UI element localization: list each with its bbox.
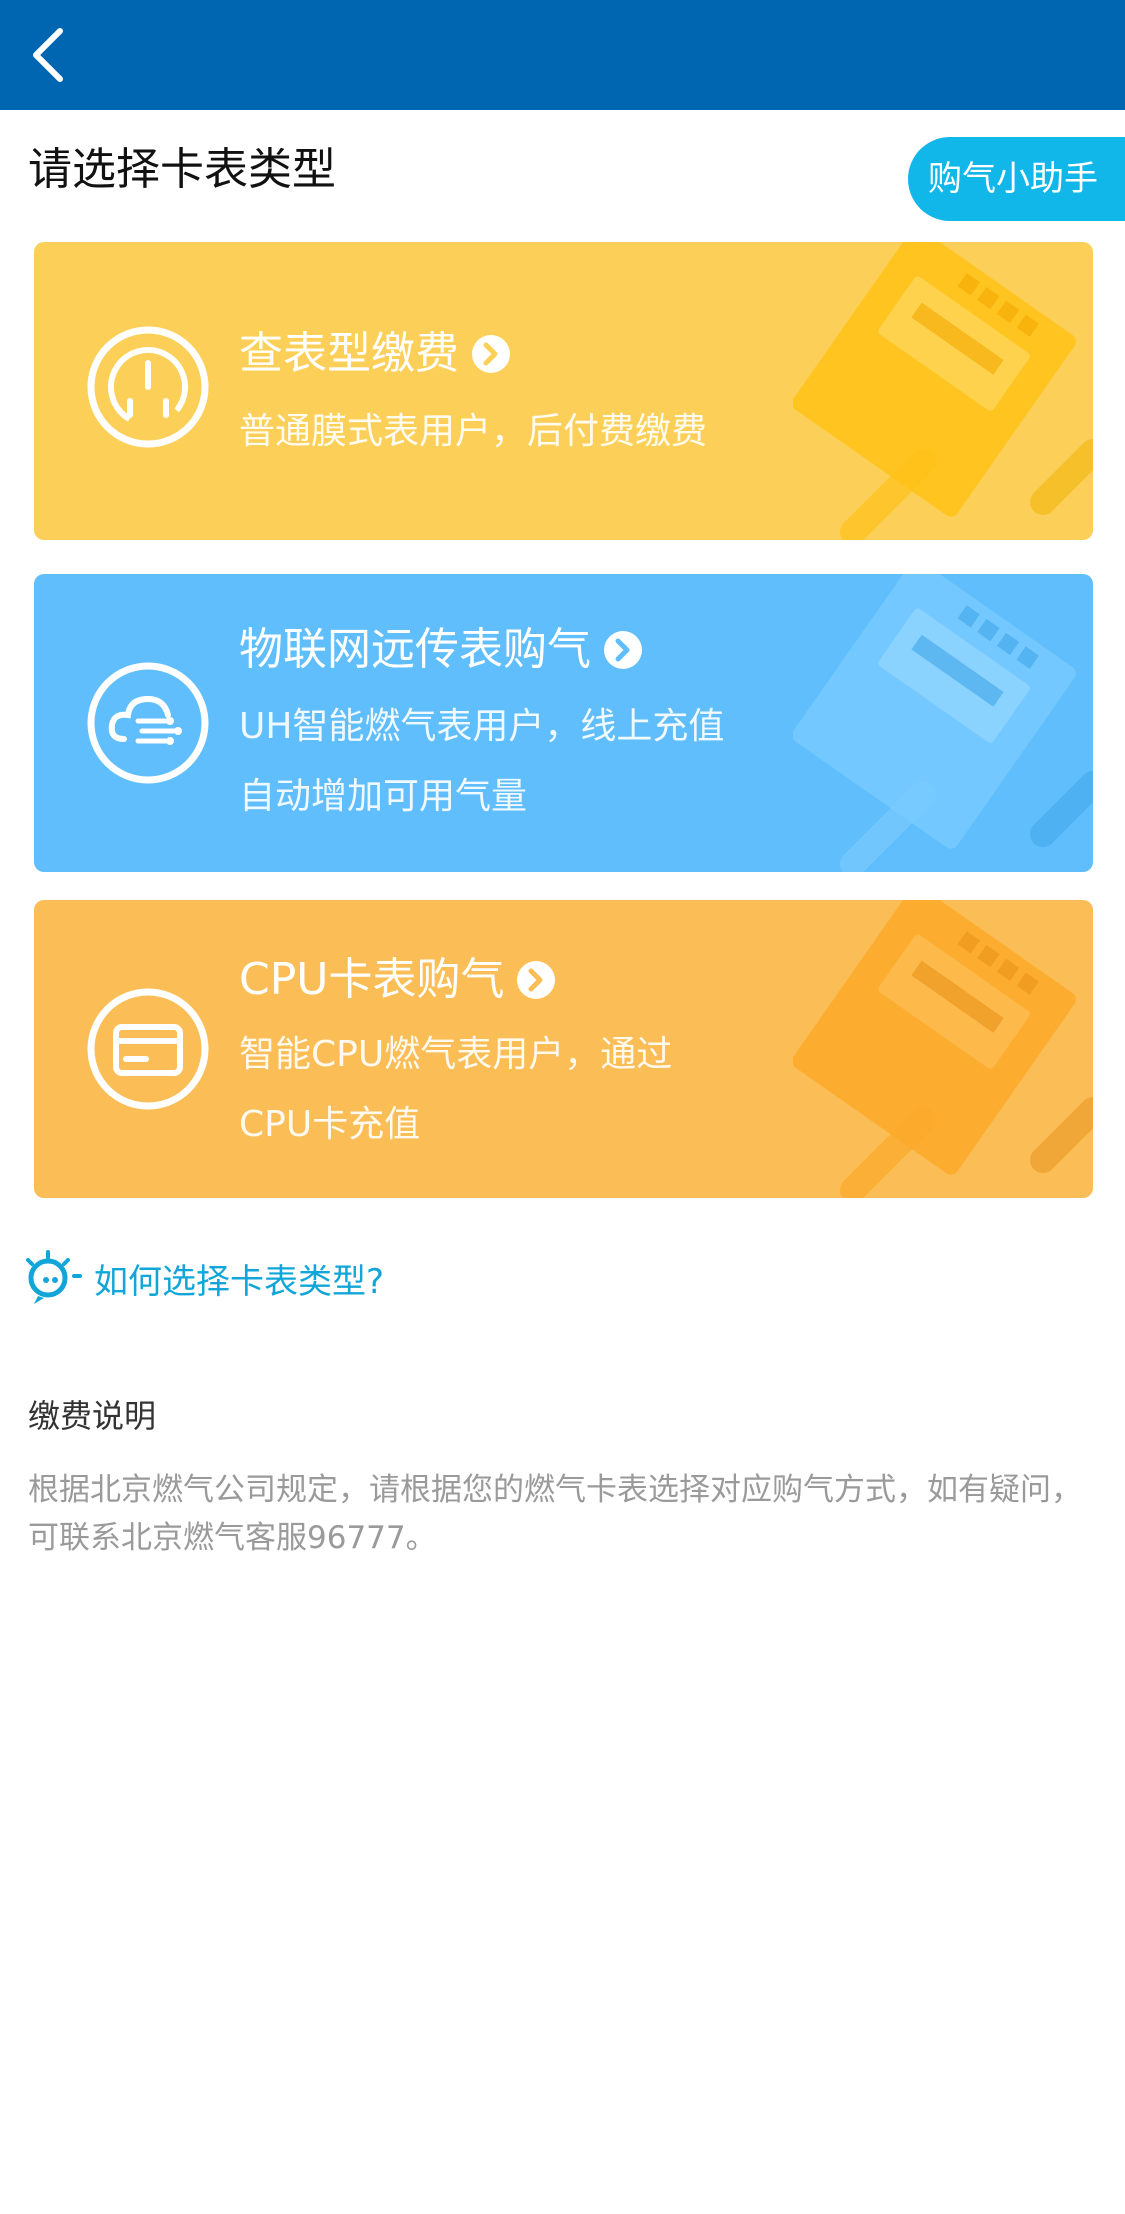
chevron-right-circle-icon [472,335,510,373]
card-description-line-2: 自动增加可用气量 [239,776,528,817]
card-title-text: CPU卡表购气 [239,954,505,1005]
card-decoration [793,900,1093,1198]
how-to-choose-text: 如何选择卡表类型? [94,1261,385,1302]
purchase-assistant-button[interactable]: 购气小助手 [908,137,1125,221]
card-cpu-meter-purchase[interactable]: CPU卡表购气 智能CPU燃气表用户，通过 CPU卡充值 [34,900,1093,1198]
payment-note-title: 缴费说明 [28,1397,157,1435]
top-bar [0,0,1125,110]
chevron-right-circle-icon [517,961,556,999]
card-icon [87,988,209,1110]
card-decoration [793,242,1093,540]
page-title: 请选择卡表类型 [28,144,336,195]
card-description-line-1: 智能CPU燃气表用户，通过 [239,1034,673,1075]
card-description: 普通膜式表用户，后付费缴费 [239,411,708,452]
card-meter-reading-payment[interactable]: 查表型缴费 普通膜式表用户，后付费缴费 [34,242,1093,540]
how-to-choose-link[interactable]: 如何选择卡表类型? [22,1248,384,1308]
card-title: CPU卡表购气 [239,952,556,1008]
cloud-network-icon [87,662,209,784]
lightbulb-icon [26,1250,82,1304]
card-title: 物联网远传表购气 [239,622,643,678]
back-button[interactable] [18,22,78,88]
card-title-text: 查表型缴费 [239,328,459,379]
card-title-text: 物联网远传表购气 [239,624,591,675]
card-description-line-1: UH智能燃气表用户，线上充值 [239,706,725,747]
card-title: 查表型缴费 [239,326,511,382]
card-description-line-2: CPU卡充值 [239,1104,421,1145]
chevron-right-circle-icon [604,631,642,669]
payment-note-body: 根据北京燃气公司规定，请根据您的燃气卡表选择对应购气方式，如有疑问，可联系北京燃… [28,1472,1082,1556]
card-iot-meter-purchase[interactable]: 物联网远传表购气 UH智能燃气表用户，线上充值 自动增加可用气量 [34,574,1093,872]
gauge-icon [87,326,209,448]
chevron-left-icon [33,28,63,82]
card-decoration [793,574,1093,872]
